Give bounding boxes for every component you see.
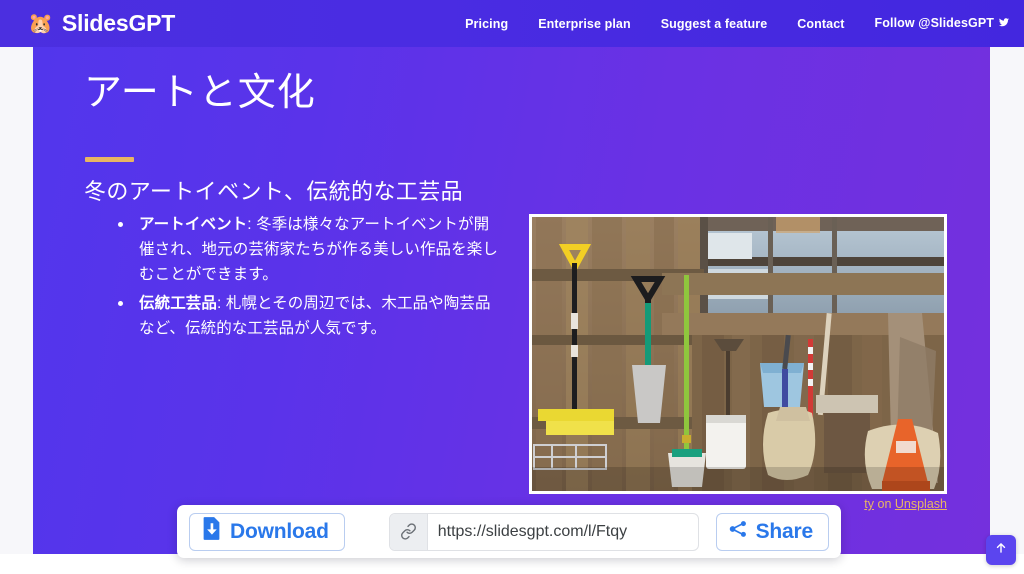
share-toolbar: Download Share: [177, 505, 841, 558]
list-item: アートイベント: 冬季は様々なアートイベントが開催され、地元の芸術家たちが作る美…: [95, 212, 500, 287]
nav-link-suggest-a-feature[interactable]: Suggest a feature: [661, 17, 768, 31]
photo-credit-separator: on: [874, 497, 895, 511]
bullet-term: 伝統工芸品: [139, 295, 218, 313]
slide-bullet-list: アートイベント: 冬季は様々なアートイベントが開催され、地元の芸術家たちが作る美…: [95, 212, 500, 346]
slide-title: アートと文化: [84, 72, 316, 114]
share-url-input[interactable]: [427, 513, 698, 550]
nav-link-pricing[interactable]: Pricing: [465, 17, 508, 31]
slide-photo: [529, 214, 947, 494]
page-left-gutter: [0, 44, 33, 554]
nav-link-follow-label: Follow @SlidesGPT: [874, 16, 994, 30]
title-accent-rule: [85, 157, 134, 162]
bullet-term: アートイベント: [139, 216, 248, 233]
brand-logo-link[interactable]: 🐹 SlidesGPT: [28, 10, 175, 37]
share-button[interactable]: Share: [715, 512, 829, 551]
brand-name: SlidesGPT: [61, 10, 176, 36]
arrow-up-icon: [994, 541, 1008, 560]
slide-subtitle: 冬のアートイベント、伝統的な工芸品: [84, 179, 464, 204]
scroll-to-top-button[interactable]: [986, 535, 1016, 565]
top-navigation-bar: 🐹 SlidesGPT Pricing Enterprise plan Sugg…: [0, 0, 1024, 47]
nav-links: Pricing Enterprise plan Suggest a featur…: [465, 16, 1010, 31]
download-button[interactable]: Download: [189, 512, 345, 551]
page-root: 🐹 SlidesGPT Pricing Enterprise plan Sugg…: [0, 0, 1024, 574]
link-icon[interactable]: [389, 513, 428, 550]
share-url-group: [388, 512, 699, 551]
photo-credit-photographer-link[interactable]: ty: [864, 497, 874, 511]
nav-link-follow-slidesgpt[interactable]: Follow @SlidesGPT: [875, 16, 1010, 31]
nav-link-contact[interactable]: Contact: [797, 17, 844, 31]
hamster-logo-icon: 🐹: [28, 12, 53, 35]
download-button-label: Download: [230, 519, 329, 543]
photo-credit-unsplash-link[interactable]: Unsplash: [895, 497, 947, 511]
slide-canvas[interactable]: アートと文化 冬のアートイベント、伝統的な工芸品 アートイベント: 冬季は様々な…: [33, 44, 990, 554]
share-button-label: Share: [755, 519, 814, 543]
share-nodes-icon: [728, 519, 748, 545]
twitter-bird-icon: [998, 17, 1010, 31]
nav-link-enterprise-plan[interactable]: Enterprise plan: [538, 17, 631, 31]
page-right-gutter: [990, 44, 1024, 554]
file-download-icon: [201, 516, 222, 547]
list-item: 伝統工芸品: 札幌とその周辺では、木工品や陶芸品など、伝統的な工芸品が人気です。: [95, 291, 500, 341]
